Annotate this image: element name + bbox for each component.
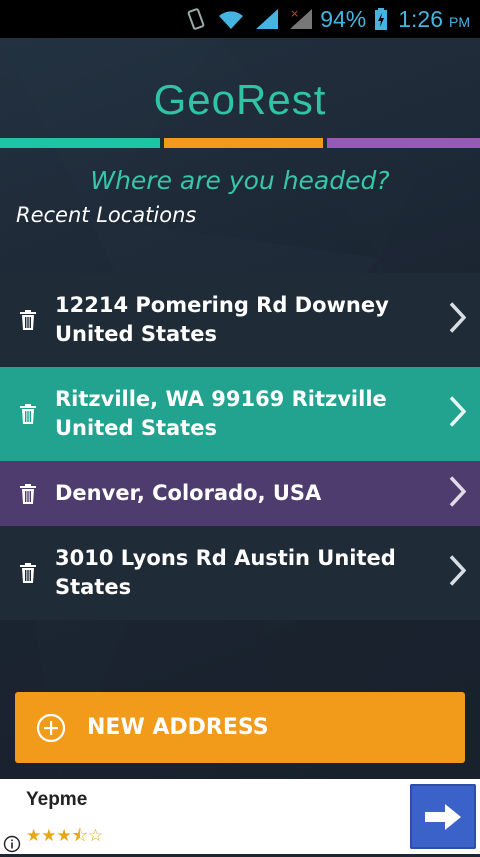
location-label: 12214 Pomering Rd Downey United States [55,293,389,346]
chevron-right-icon [448,396,467,433]
location-label: 3010 Lyons Rd Austin United States [55,546,396,599]
trash-icon[interactable] [0,483,55,504]
trash-icon[interactable] [0,310,55,330]
main-screen: GeoRest Where are you headed? Recent Loc… [0,38,480,779]
location-row[interactable]: 3010 Lyons Rd Austin United States [0,526,480,620]
app-logo: GeoRest [153,76,327,123]
ad-app-name: Yepme [26,789,88,810]
stripe-teal [0,138,160,148]
ad-open-button[interactable] [410,784,476,849]
add-circle-icon [36,713,66,743]
vibrate-icon [184,7,208,31]
chevron-right-icon [448,302,467,339]
ad-rating-stars: ★★★⯪☆ [26,826,104,846]
new-address-button[interactable]: NEW ADDRESS [15,692,465,763]
page-heading: Where are you headed? [90,166,390,195]
battery-percent: 94% [320,5,367,32]
status-bar: × 94% 1:26 PM [0,0,480,38]
wifi-icon [216,7,246,31]
svg-text:×: × [290,7,299,20]
ad-banner[interactable]: Yepme ★★★⯪☆ [0,779,480,854]
recent-locations-list: 12214 Pomering Rd Downey United States R… [0,273,480,620]
location-label: Ritzville, WA 99169 Ritzville United Sta… [55,387,387,440]
arrow-right-icon [425,803,461,830]
accent-stripes [0,138,480,148]
location-label: Denver, Colorado, USA [55,481,322,505]
location-row[interactable]: 12214 Pomering Rd Downey United States [0,273,480,367]
location-row[interactable]: Denver, Colorado, USA [0,461,480,526]
chevron-right-icon [448,555,467,592]
recent-locations-label: Recent Locations [16,203,197,227]
signal-icon [254,7,280,31]
stripe-orange [164,138,323,148]
trash-icon[interactable] [0,404,55,424]
battery-icon [374,7,388,31]
stripe-purple [327,138,480,148]
clock-ampm: PM [449,14,470,30]
clock-time: 1:26 [398,5,443,32]
new-address-label: NEW ADDRESS [87,715,269,740]
trash-icon[interactable] [0,563,55,583]
signal-no-data-icon: × [288,7,314,31]
chevron-right-icon [448,475,467,512]
location-row[interactable]: Ritzville, WA 99169 Ritzville United Sta… [0,367,480,461]
